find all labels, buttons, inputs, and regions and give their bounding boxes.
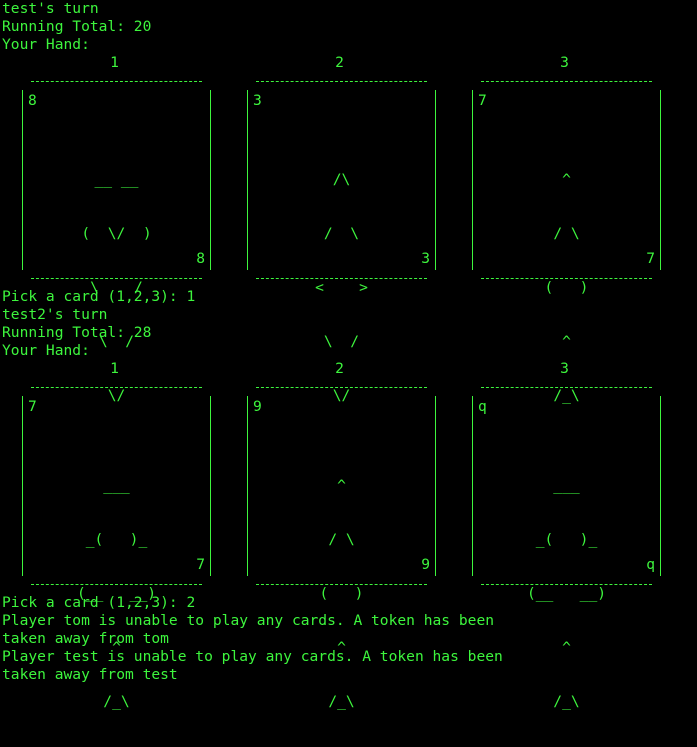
hand-cards: 8 __ __ ( \/ ) \ / \ / \/ 8 3 /\ / \ < >…: [2, 72, 697, 404]
card-number: 2: [335, 54, 344, 71]
card-rank: 8: [196, 250, 205, 267]
terminal-window: test's turn Running Total: 20 Your Hand:…: [0, 0, 697, 721]
card-rank: 7: [28, 398, 37, 415]
turn-heading: test's turn: [2, 0, 99, 17]
hand-label: Your Hand:: [2, 36, 90, 53]
card-rank: 7: [646, 250, 655, 267]
card-rank: q: [646, 556, 655, 573]
card-1[interactable]: 8 __ __ ( \/ ) \ / \ / \/ 8: [22, 81, 211, 404]
card-2[interactable]: 3 /\ / \ < > \ / \/ 3: [247, 81, 436, 404]
card-3[interactable]: 7 ^ / \ ( ) ^ /_\ 7: [472, 81, 661, 404]
card-number: 3: [560, 54, 569, 71]
card-border-top: [481, 387, 652, 388]
card-rank: 9: [421, 556, 430, 573]
running-total: Running Total: 20: [2, 18, 152, 35]
card-border-top: [31, 387, 202, 388]
card-rank: 3: [253, 92, 262, 109]
card-rank: 8: [28, 92, 37, 109]
club-icon: ___ _( )_ (__ __) ^ /_\: [526, 477, 607, 710]
hand-card-numbers: 1 2 3: [2, 54, 697, 72]
card-border-top: [256, 387, 427, 388]
card-rank: 7: [196, 556, 205, 573]
card-1[interactable]: 7 ___ _( )_ (__ __) ^ /_\ 7: [22, 387, 211, 710]
card-number: 1: [110, 54, 119, 71]
card-border-top: [31, 81, 202, 82]
card-rank: q: [478, 398, 487, 415]
card-3[interactable]: q ___ _( )_ (__ __) ^ /_\ q: [472, 387, 661, 710]
card-rank: 3: [421, 250, 430, 267]
card-border-top: [256, 81, 427, 82]
card-rank: 9: [253, 398, 262, 415]
spade-icon: ^ / \ ( ) ^ /_\: [319, 477, 364, 710]
card-border-top: [481, 81, 652, 82]
club-icon: ___ _( )_ (__ __) ^ /_\: [76, 477, 157, 710]
hand-cards: 7 ___ _( )_ (__ __) ^ /_\ 7 9 ^ / \ () …: [2, 378, 697, 710]
card-rank: 7: [478, 92, 487, 109]
card-2[interactable]: 9 ^ / \ ( ) ^ /_\ 9: [247, 387, 436, 710]
